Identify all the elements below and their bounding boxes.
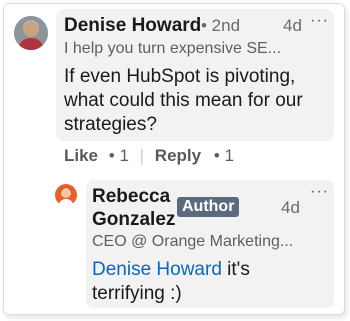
- like-count: • 1: [108, 146, 129, 165]
- reply-text-line: terrifying :): [92, 283, 182, 304]
- like-button[interactable]: Like: [64, 146, 98, 165]
- connection-degree: • 2nd: [201, 16, 241, 35]
- reply-text: Denise Howard it's terrifying :): [92, 258, 250, 306]
- reply-author-name-first[interactable]: Rebecca: [92, 186, 170, 208]
- commenter-avatar[interactable]: [14, 16, 48, 50]
- divider: |: [139, 146, 145, 165]
- more-horizontal-icon[interactable]: ···: [310, 184, 329, 200]
- comment-author-name[interactable]: Denise Howard: [64, 15, 201, 37]
- reply-text-fragment: it's: [221, 259, 250, 280]
- author-badge: Author: [177, 197, 240, 217]
- reply-author-avatar[interactable]: [55, 184, 77, 206]
- comment-actions: Like • 1 | Reply • 1: [64, 146, 234, 166]
- comment-author-headline: I help you turn expensive SE...: [64, 40, 282, 57]
- reply-author-headline: CEO @ Orange Marketing...: [92, 233, 294, 250]
- reply-button[interactable]: Reply: [155, 146, 201, 165]
- comment-timestamp: 4d: [283, 16, 302, 35]
- mention-link[interactable]: Denise Howard: [92, 259, 222, 280]
- comment-thread-card: Denise Howard • 2nd 4d ··· I help you tu…: [3, 3, 345, 315]
- reply-text-line: Denise Howard it's: [92, 258, 250, 282]
- comment-text-line: If even HubSpot is pivoting,: [64, 66, 296, 87]
- more-horizontal-icon[interactable]: ···: [310, 13, 329, 29]
- comment-text-line: strategies?: [64, 114, 157, 135]
- reply-author-name-last[interactable]: Gonzalez: [92, 209, 175, 231]
- reply-timestamp: 4d: [281, 198, 300, 217]
- comment-text: If even HubSpot is pivoting, what could …: [64, 65, 303, 137]
- comment-text-line: what could this mean for our: [64, 90, 303, 111]
- reply-count: • 1: [213, 146, 234, 165]
